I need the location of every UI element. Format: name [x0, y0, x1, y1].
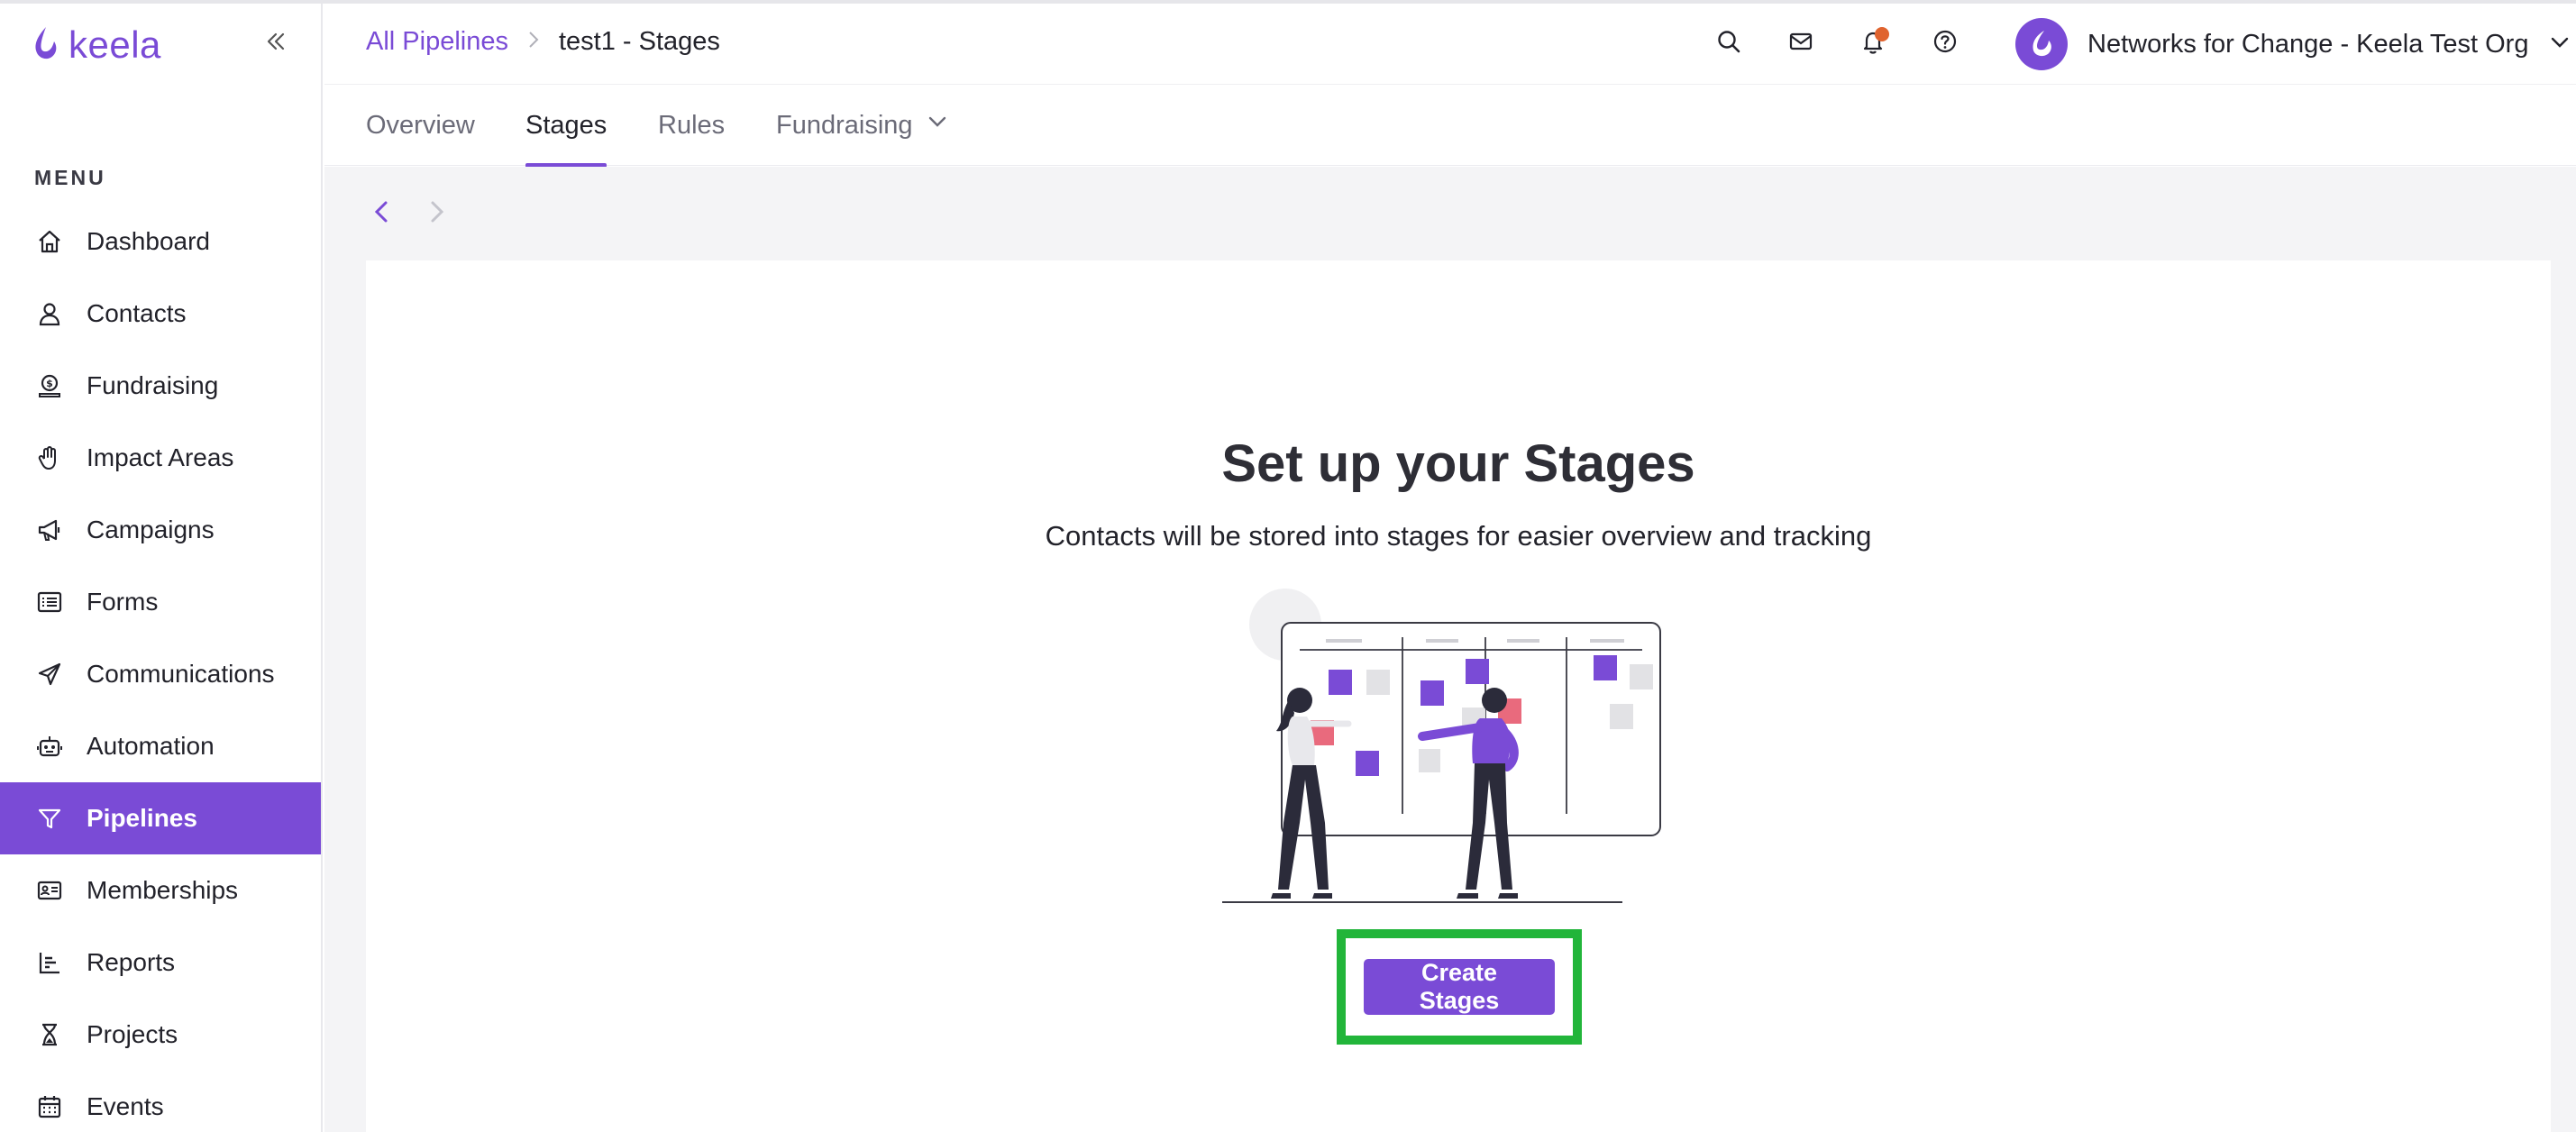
- paper-plane-icon: [34, 659, 65, 689]
- sidebar-item-projects[interactable]: Projects: [0, 999, 321, 1071]
- top-header: All Pipelines test1 - Stages Networks fo…: [324, 4, 2576, 85]
- sidebar-item-label: Events: [87, 1092, 164, 1120]
- calendar-icon: [34, 1091, 65, 1122]
- previous-button[interactable]: [364, 194, 400, 230]
- sidebar-item-forms[interactable]: Forms: [0, 566, 321, 638]
- double-chevron-left-icon: [267, 32, 285, 50]
- sidebar-item-communications[interactable]: Communications: [0, 638, 321, 710]
- home-icon: [34, 226, 65, 257]
- help-button[interactable]: [1927, 23, 1963, 59]
- org-logo-icon: [2032, 31, 2051, 57]
- sidebar-item-impact-areas[interactable]: Impact Areas: [0, 422, 321, 494]
- sidebar-item-contacts[interactable]: Contacts: [0, 278, 321, 350]
- sidebar-item-automation[interactable]: Automation: [0, 710, 321, 782]
- messages-button[interactable]: [1783, 23, 1819, 59]
- hand-icon: [34, 443, 65, 473]
- bar-chart-icon: [34, 947, 65, 978]
- hourglass-icon: [34, 1019, 65, 1050]
- sidebar-item-label: Forms: [87, 588, 159, 616]
- mail-icon: [1789, 32, 1813, 50]
- sidebar-item-label: Communications: [87, 660, 275, 688]
- tab-rules[interactable]: Rules: [658, 85, 725, 166]
- chevron-down-icon: [926, 110, 949, 141]
- stage-pager: [364, 194, 454, 230]
- robot-icon: [34, 731, 65, 762]
- sidebar-item-label: Automation: [87, 732, 215, 760]
- svg-text:$: $: [46, 378, 53, 389]
- stages-board-illustration: [1222, 589, 1661, 903]
- money-icon: $: [34, 370, 65, 401]
- sidebar-item-fundraising[interactable]: $ Fundraising: [0, 350, 321, 422]
- id-card-icon: [34, 875, 65, 906]
- create-stages-button[interactable]: Create Stages: [1364, 959, 1555, 1015]
- sidebar-item-label: Dashboard: [87, 227, 210, 255]
- main-content: Set up your Stages Contacts will be stor…: [324, 167, 2576, 1132]
- empty-state-subtitle: Contacts will be stored into stages for …: [1045, 520, 1872, 552]
- chevron-left-icon: [374, 201, 388, 223]
- sidebar-item-label: Contacts: [87, 299, 187, 327]
- header-actions: [1711, 23, 1963, 59]
- chevron-right-icon: [526, 27, 541, 57]
- search-icon: [1718, 31, 1740, 53]
- tab-label: Stages: [525, 110, 607, 140]
- megaphone-icon: [34, 515, 65, 545]
- tab-fundraising[interactable]: Fundraising: [776, 85, 949, 166]
- pipeline-tabs: Overview Stages Rules Fundraising: [324, 85, 2576, 168]
- breadcrumb-all-pipelines-link[interactable]: All Pipelines: [366, 27, 508, 57]
- sidebar: keela MENU Dashboard Contacts $ Fundrais…: [0, 4, 323, 1132]
- notifications-button[interactable]: [1855, 23, 1891, 59]
- keela-logo-icon: [32, 25, 59, 66]
- sidebar-item-label: Campaigns: [87, 516, 215, 543]
- org-name: Networks for Change - Keela Test Org: [2087, 29, 2529, 59]
- tab-label: Rules: [658, 110, 726, 140]
- sidebar-item-label: Impact Areas: [87, 443, 234, 471]
- app-logo[interactable]: keela: [32, 23, 161, 67]
- sidebar-item-memberships[interactable]: Memberships: [0, 854, 321, 927]
- next-button[interactable]: [418, 194, 454, 230]
- sidebar-item-label: Pipelines: [87, 804, 197, 832]
- filter-icon: [34, 803, 65, 834]
- org-avatar: [2015, 18, 2068, 70]
- chevron-right-icon: [431, 201, 444, 223]
- tab-stages[interactable]: Stages: [525, 85, 607, 168]
- sidebar-item-events[interactable]: Events: [0, 1071, 321, 1132]
- tab-label: Overview: [366, 110, 475, 140]
- empty-state-title: Set up your Stages: [1221, 434, 1695, 493]
- sidebar-item-pipelines[interactable]: Pipelines: [0, 782, 321, 854]
- sidebar-item-campaigns[interactable]: Campaigns: [0, 494, 321, 566]
- sidebar-nav: Dashboard Contacts $ Fundraising Impact …: [0, 205, 321, 1132]
- sidebar-item-reports[interactable]: Reports: [0, 927, 321, 999]
- menu-heading: MENU: [34, 166, 106, 189]
- tab-label: Fundraising: [776, 110, 913, 140]
- collapse-sidebar-button[interactable]: [258, 23, 294, 59]
- chevron-down-icon: [2548, 31, 2571, 59]
- search-button[interactable]: [1711, 23, 1747, 59]
- breadcrumb-current: test1 - Stages: [558, 27, 720, 56]
- create-stages-highlight: Create Stages: [1337, 929, 1582, 1045]
- sidebar-item-dashboard[interactable]: Dashboard: [0, 205, 321, 278]
- breadcrumb: All Pipelines test1 - Stages: [366, 27, 720, 57]
- logo-text: keela: [69, 23, 161, 66]
- empty-state-card: Set up your Stages Contacts will be stor…: [366, 260, 2551, 1132]
- help-icon: [1933, 30, 1957, 53]
- sidebar-item-label: Fundraising: [87, 371, 219, 399]
- sidebar-item-label: Memberships: [87, 876, 239, 904]
- tab-overview[interactable]: Overview: [366, 85, 475, 166]
- person-icon: [34, 298, 65, 329]
- notification-badge: [1875, 27, 1889, 41]
- list-icon: [34, 587, 65, 617]
- org-switcher[interactable]: Networks for Change - Keela Test Org: [2015, 18, 2571, 70]
- sidebar-item-label: Projects: [87, 1020, 178, 1048]
- sidebar-item-label: Reports: [87, 948, 176, 976]
